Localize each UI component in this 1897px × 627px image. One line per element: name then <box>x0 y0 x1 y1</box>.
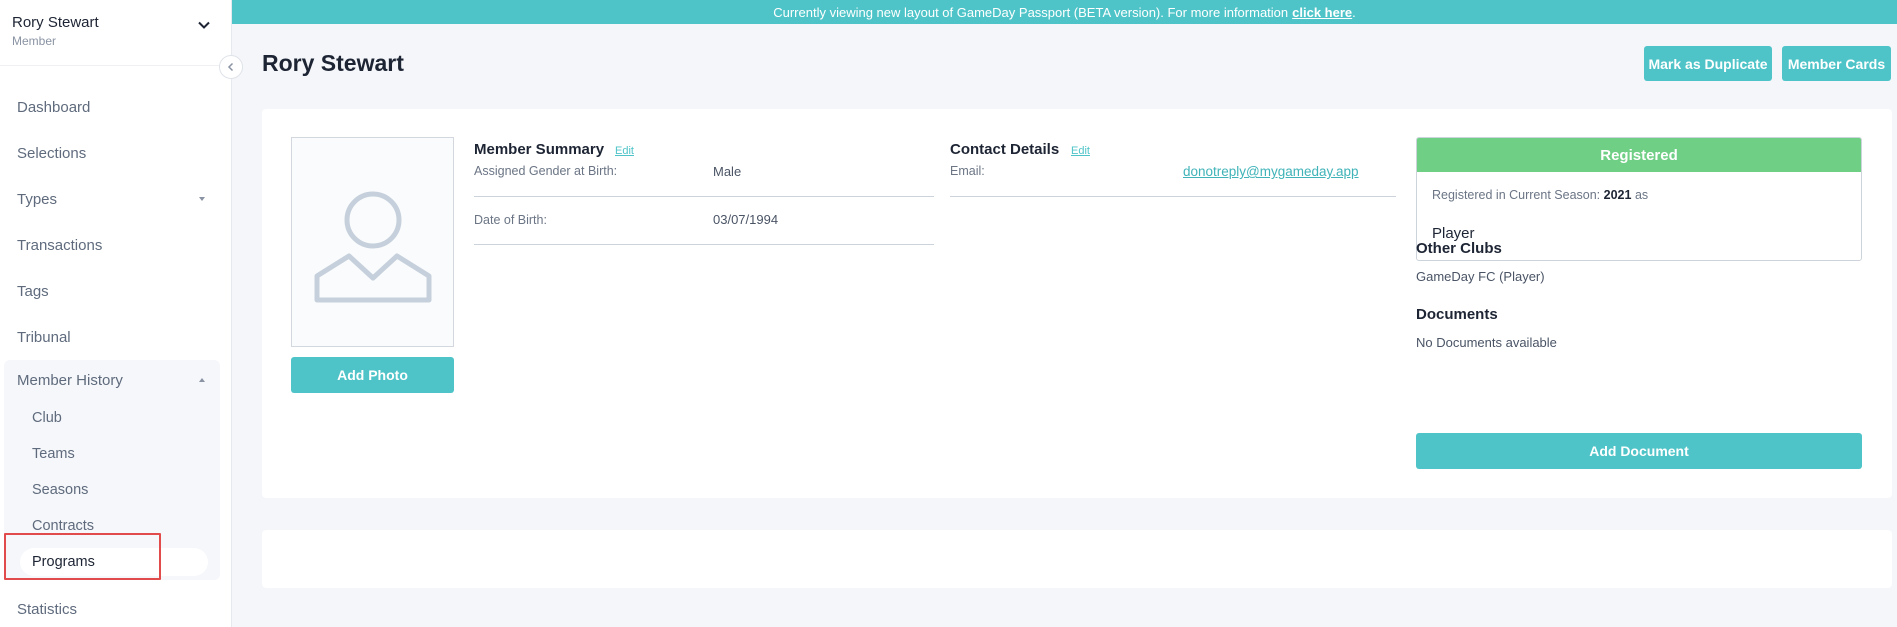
registration-season: 2021 <box>1603 188 1632 202</box>
documents-title: Documents <box>1416 306 1498 323</box>
secondary-card <box>262 530 1892 588</box>
sidebar-item-label: Dashboard <box>17 98 91 116</box>
sidebar-item-transactions[interactable]: Transactions <box>0 222 232 268</box>
programs-highlight-box <box>4 533 161 580</box>
sidebar-item-label: Statistics <box>17 600 78 618</box>
sidebar-item-selections[interactable]: Selections <box>0 130 232 176</box>
sidebar-item-statistics[interactable]: Statistics <box>0 586 232 627</box>
registered-badge: Registered <box>1417 138 1861 172</box>
banner-suffix: . <box>1352 4 1356 20</box>
banner-link[interactable]: click here <box>1292 5 1352 20</box>
documents-empty-text: No Documents available <box>1416 335 1557 350</box>
chevron-down-icon[interactable] <box>197 18 211 32</box>
field-value: 03/07/1994 <box>713 212 779 227</box>
sidebar-subitem-club[interactable]: Club <box>4 400 220 436</box>
member-profile-card: Add Photo Member Summary Edit Assigned G… <box>262 109 1892 498</box>
mark-duplicate-button[interactable]: Mark as Duplicate <box>1644 46 1772 81</box>
add-photo-button[interactable]: Add Photo <box>291 357 454 393</box>
sidebar: Rory Stewart Member Dashboard Selections… <box>0 0 232 627</box>
sidebar-item-tribunal[interactable]: Tribunal <box>0 314 232 360</box>
field-row-gender: Assigned Gender at Birth: Male <box>474 149 934 197</box>
sidebar-subitem-teams[interactable]: Teams <box>4 436 220 472</box>
sidebar-item-label: Transactions <box>17 236 103 254</box>
sidebar-item-label: Selections <box>17 144 87 162</box>
sidebar-item-types[interactable]: Types <box>0 176 232 222</box>
banner-text: Currently viewing new layout of GameDay … <box>773 4 1289 20</box>
user-name: Rory Stewart <box>12 14 99 31</box>
other-clubs-text: GameDay FC (Player) <box>1416 269 1545 284</box>
member-cards-button[interactable]: Member Cards <box>1782 46 1891 81</box>
sidebar-item-label: Types <box>17 190 58 208</box>
chevron-left-icon <box>227 62 234 72</box>
field-label: Email: <box>950 164 985 178</box>
sidebar-item-tags[interactable]: Tags <box>0 268 232 314</box>
sidebar-item-member-history[interactable]: Member History <box>4 360 220 400</box>
registration-line: Registered in Current Season: 2021 as <box>1432 188 1648 202</box>
field-value: Male <box>713 164 742 179</box>
avatar-placeholder-icon <box>314 191 431 303</box>
email-link[interactable]: donotreply@mygameday.app <box>1183 164 1359 179</box>
field-label: Date of Birth: <box>474 213 547 227</box>
sidebar-nav: Dashboard Selections Types Transactions … <box>0 84 232 360</box>
sidebar-item-label: Member History <box>17 371 123 389</box>
other-clubs-title: Other Clubs <box>1416 240 1502 257</box>
sidebar-subitem-label: Seasons <box>32 482 89 498</box>
registration-suffix: as <box>1634 188 1649 202</box>
sidebar-subitem-label: Club <box>32 410 62 426</box>
beta-banner: Currently viewing new layout of GameDay … <box>232 0 1897 24</box>
user-role: Member <box>12 34 57 48</box>
sidebar-item-dashboard[interactable]: Dashboard <box>0 84 232 130</box>
page-title: Rory Stewart <box>262 50 404 76</box>
add-document-button[interactable]: Add Document <box>1416 433 1862 469</box>
collapse-sidebar-button[interactable] <box>219 55 243 79</box>
photo-placeholder <box>291 137 454 347</box>
field-row-dob: Date of Birth: 03/07/1994 <box>474 197 934 245</box>
caret-down-icon <box>199 197 205 201</box>
field-row-email: Email: donotreply@mygameday.app <box>950 149 1396 197</box>
field-label: Assigned Gender at Birth: <box>474 164 618 178</box>
caret-up-icon <box>199 378 205 382</box>
sidebar-subitem-seasons[interactable]: Seasons <box>4 472 220 508</box>
sidebar-item-label: Tags <box>17 282 49 300</box>
sidebar-item-label: Tribunal <box>17 328 71 346</box>
sidebar-subitem-label: Contracts <box>32 518 95 534</box>
user-header[interactable]: Rory Stewart Member <box>0 0 231 66</box>
sidebar-subitem-label: Teams <box>32 446 75 462</box>
registration-prefix: Registered in Current Season: <box>1432 188 1601 202</box>
